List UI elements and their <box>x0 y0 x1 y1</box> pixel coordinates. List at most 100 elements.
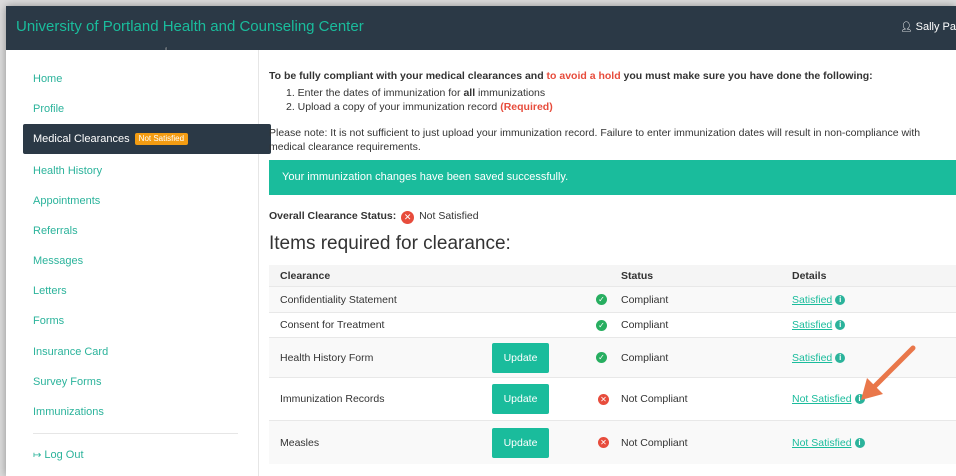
table-row: Measles Update ✕ Not Compliant Not Satis… <box>269 420 956 464</box>
overall-status-label: Overall Clearance Status: <box>269 210 397 222</box>
user-icon: 👤︎ <box>899 22 913 33</box>
status-badge: Not Satisfied <box>134 133 189 145</box>
sidebar-item-label: Messages <box>33 255 84 267</box>
details-cell: Not Satisfied i <box>792 378 865 420</box>
sidebar-item-medical-clearances[interactable]: Medical Clearances Not Satisfied <box>23 124 271 154</box>
sidebar-item-label: Health History <box>33 165 103 177</box>
info-icon[interactable]: i <box>835 294 846 305</box>
clearance-name: Consent for Treatment <box>280 319 385 331</box>
sidebar-divider <box>33 433 238 434</box>
user-menu[interactable]: 👤︎ Sally Pa <box>900 21 956 33</box>
status-text: Compliant <box>621 351 669 364</box>
sidebar-item-home[interactable]: Home <box>23 64 271 94</box>
sidebar-item-label: Forms <box>33 315 65 327</box>
sidebar-item-label: Appointments <box>33 195 101 207</box>
status-cell-icon: ✕ <box>596 421 611 464</box>
update-cell: Update <box>492 338 549 377</box>
update-button[interactable]: Update <box>492 427 549 458</box>
table-header-row: Clearance Status Details <box>269 265 956 286</box>
status-cell-icon: ✓ <box>596 313 607 337</box>
info-icon[interactable]: i <box>835 320 846 330</box>
info-icon[interactable]: i <box>854 437 865 448</box>
column-header-clearance: Clearance <box>280 269 331 282</box>
sidebar-item-label: Survey Forms <box>33 376 102 388</box>
x-circle-icon: ✕ <box>598 393 609 405</box>
sidebar-item-letters[interactable]: Letters <box>23 276 271 306</box>
details-link[interactable]: Satisfied <box>792 352 832 364</box>
step-1-text-end: immunizations <box>475 87 546 99</box>
details-link[interactable]: Not Satisfied <box>792 393 852 405</box>
sidebar-item-label: Letters <box>33 285 67 297</box>
table-row: Health History Form Update ✓ Compliant S… <box>269 337 956 377</box>
clearance-name: Confidentiality Statement <box>280 293 397 306</box>
status-cell-icon: ✕ <box>596 378 611 420</box>
status-text: Not Compliant <box>621 436 688 449</box>
page-heading: Items required for clearance: <box>269 233 511 254</box>
sidebar-item-immunizations[interactable]: Immunizations <box>23 397 271 427</box>
steps-list: 1. Enter the dates of immunization for a… <box>286 86 553 114</box>
intro-text-end: you must make sure you have done the fol… <box>620 70 873 82</box>
x-circle-icon: ✕ <box>401 211 415 224</box>
sidebar-item-survey-forms[interactable]: Survey Forms <box>23 367 271 397</box>
main-content: To be fully compliant with your medical … <box>269 50 956 476</box>
status-text: Compliant <box>621 293 669 306</box>
clearance-name: Measles <box>280 436 320 449</box>
intro-hold-warning: to avoid a hold <box>546 70 621 82</box>
step-1-emphasis: all <box>463 87 476 99</box>
sidebar-item-messages[interactable]: Messages <box>23 246 271 276</box>
update-button[interactable]: Update <box>492 342 549 373</box>
sidebar-item-health-history[interactable]: Health History <box>23 156 271 186</box>
status-cell-icon: ✓ <box>596 287 607 312</box>
details-cell: Not Satisfied i <box>792 421 865 464</box>
intro-text: To be fully compliant with your medical … <box>269 70 547 82</box>
details-cell: Satisfied i <box>792 313 846 337</box>
step-1-text: 1. Enter the dates of immunization for <box>286 87 464 99</box>
check-circle-icon: ✓ <box>596 294 607 305</box>
sidebar-item-insurance-card[interactable]: Insurance Card <box>23 337 271 367</box>
sidebar-item-referrals[interactable]: Referrals <box>23 216 271 246</box>
sidebar-item-profile[interactable]: Profile <box>23 94 271 124</box>
overall-clearance-status: Overall Clearance Status: ✕ Not Satisfie… <box>269 210 479 224</box>
check-circle-icon: ✓ <box>596 319 607 331</box>
column-header-details: Details <box>792 269 827 282</box>
brand-title[interactable]: University of Portland Health and Counse… <box>16 18 364 35</box>
sidebar-item-appointments[interactable]: Appointments <box>23 186 271 216</box>
details-cell: Satisfied i <box>792 287 846 312</box>
sign-out-icon: ↦ <box>33 450 42 461</box>
status-text: Not Compliant <box>621 393 688 405</box>
success-alert: Your immunization changes have been save… <box>269 160 956 195</box>
details-link[interactable]: Satisfied <box>792 319 832 331</box>
logout-label: Log Out <box>44 449 84 461</box>
annotation-arrow-icon <box>861 345 916 400</box>
user-name: Sally Pa <box>915 21 956 33</box>
sidebar-item-forms[interactable]: Forms <box>23 306 271 336</box>
status-cell-icon: ✓ <box>596 338 607 377</box>
logout-link[interactable]: ↦ Log Out <box>23 440 271 470</box>
step-1: 1. Enter the dates of immunization for a… <box>286 86 553 100</box>
update-cell: Update <box>492 421 549 464</box>
step-2-text: 2. Upload a copy of your immunization re… <box>286 101 501 113</box>
clearance-name: Health History Form <box>280 351 374 364</box>
required-label: (Required) <box>500 101 553 113</box>
table-row: Consent for Treatment ✓ Compliant Satisf… <box>269 312 956 337</box>
sidebar-item-label: Profile <box>33 103 65 115</box>
sidebar-item-label: Referrals <box>33 225 78 237</box>
x-circle-icon: ✕ <box>598 437 609 448</box>
table-row: Confidentiality Statement ✓ Compliant Sa… <box>269 286 956 312</box>
details-link[interactable]: Satisfied <box>792 294 832 306</box>
sidebar-item-label: Medical Clearances <box>33 133 130 145</box>
clearance-table: Clearance Status Details Confidentiality… <box>269 265 956 464</box>
note-text: Please note: It is not sufficient to jus… <box>269 127 921 153</box>
top-navbar: University of Portland Health and Counse… <box>6 6 956 50</box>
details-cell: Satisfied i <box>792 338 846 377</box>
update-button[interactable]: Update <box>492 384 549 414</box>
overall-status-value: Not Satisfied <box>419 210 479 222</box>
column-header-status: Status <box>621 269 654 282</box>
details-link[interactable]: Not Satisfied <box>792 437 852 449</box>
browser-window: University of Portland Health and Counse… <box>6 6 956 476</box>
check-circle-icon: ✓ <box>596 352 607 363</box>
update-cell: Update <box>492 378 549 420</box>
step-2: 2. Upload a copy of your immunization re… <box>286 100 553 114</box>
info-icon[interactable]: i <box>835 352 846 363</box>
status-text: Compliant <box>621 319 669 331</box>
